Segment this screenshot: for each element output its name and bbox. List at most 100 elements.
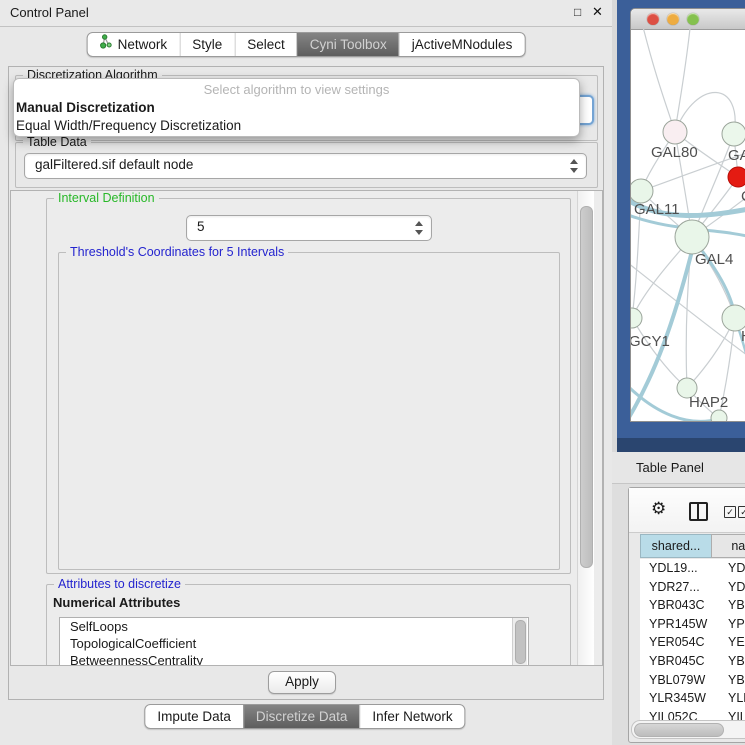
network-node-label: GA (728, 147, 745, 164)
table-cell-name: YDL1 (728, 559, 745, 578)
control-panel-title: Control Panel (10, 5, 89, 20)
tab-style[interactable]: Style (179, 33, 234, 56)
tab-label: Select (247, 33, 285, 56)
attributes-list-scrollbar-thumb[interactable] (515, 620, 526, 664)
algorithm-option-equal-width-frequency-discretization[interactable]: Equal Width/Frequency Discretization (14, 117, 579, 135)
table-row[interactable]: YLR345W YLR3 (640, 689, 745, 708)
network-icon (100, 33, 113, 56)
attribute-item-betweennesscentrality[interactable]: BetweennessCentrality (60, 652, 528, 666)
table-cell-name: YLR3 (728, 689, 745, 708)
table-cell-shared-name: YBR043C (649, 596, 705, 615)
table-row[interactable]: YDR27...YDR2 (640, 578, 745, 597)
table-cell-shared-name: YBR045C (649, 652, 705, 671)
table-data-combobox-value: galFiltered.sif default node (35, 157, 193, 172)
table-row[interactable]: YBR045C YBR0 (640, 652, 745, 671)
window-close-icon[interactable] (647, 13, 659, 25)
settings-vertical-scrollbar[interactable] (577, 191, 594, 665)
network-node-label: GAL11 (634, 201, 680, 218)
table-cell-name: YER0 (728, 633, 745, 652)
bottom-tab-label: Discretize Data (256, 705, 348, 728)
table-row[interactable]: YDL19... YDL1 (640, 559, 745, 578)
table-cell-shared-name: YPR145W (649, 615, 707, 634)
tab-label: jActiveMNodules (412, 33, 513, 56)
table-row[interactable]: YER054CYER0 (640, 633, 745, 652)
bottom-tab-discretize-data[interactable]: Discretize Data (243, 705, 360, 728)
table-panel-title: Table Panel (636, 460, 704, 475)
close-icon[interactable]: ✕ (592, 4, 603, 20)
table-cell-shared-name: YDL19... (649, 559, 698, 578)
cyni-bottom-tab-bar: Impute Data Discretize Data Infer Network (144, 704, 465, 729)
number-of-intervals-combobox[interactable]: 5 (186, 215, 432, 241)
numerical-attributes-list[interactable]: SelfLoopsTopologicalCoefficientBetweenne… (59, 617, 529, 666)
table-cell-name: YBR0 (728, 652, 745, 671)
attribute-item-topologicalcoefficient[interactable]: TopologicalCoefficient (60, 635, 528, 652)
combo-stepper-icon[interactable] (569, 154, 579, 178)
table-column-header-shared-[interactable]: shared... (640, 534, 712, 558)
network-window: GAL80GACGAL11GAL4GCY1HHAP2 (630, 8, 745, 422)
network-canvas[interactable]: GAL80GACGAL11GAL4GCY1HHAP2 (631, 29, 745, 421)
network-node[interactable] (675, 220, 709, 254)
network-node[interactable] (722, 122, 745, 146)
table-data-group-title: Table Data (23, 135, 91, 149)
interval-definition-group-title: Interval Definition (54, 191, 159, 205)
table-header-row: shared...name (629, 534, 745, 558)
network-node-label: C (741, 188, 745, 205)
table-cell-name: YBR0 (728, 596, 745, 615)
thresholds-group-title: Threshold's Coordinates for 5 Intervals (66, 245, 288, 259)
network-node[interactable] (631, 308, 642, 328)
apply-button[interactable]: Apply (268, 671, 336, 694)
app-window: Control Panel □ ✕ Network Style Select Cyni… (0, 0, 745, 745)
network-view-frame: GAL80GACGAL11GAL4GCY1HHAP2 (617, 0, 745, 452)
tab-jactivemnodules[interactable]: jActiveMNodules (399, 33, 525, 56)
network-node[interactable] (631, 179, 653, 203)
table-rows: YDL19...YDL1YDR27...YDR2YBR043CYBR0YPR14… (640, 559, 745, 721)
table-hscrollbar-thumb[interactable] (634, 723, 724, 737)
table-cell-shared-name: YDR27... (649, 578, 700, 597)
control-panel-tab-bar: Network Style Select Cyni Toolbox jActiveMNo… (87, 32, 526, 57)
bottom-tab-impute-data[interactable]: Impute Data (145, 705, 243, 728)
network-node[interactable] (711, 410, 727, 421)
network-node-label: GCY1 (631, 333, 670, 350)
settings-scrollbar-thumb[interactable] (580, 206, 593, 568)
table-cell-shared-name: YLR345W (649, 689, 706, 708)
algorithm-dropdown-hint: Select algorithm to view settings (14, 79, 579, 99)
attributes-list-scrollbar[interactable] (512, 618, 527, 665)
table-data-combobox[interactable]: galFiltered.sif default node (24, 153, 587, 179)
table-column-header-name[interactable]: name (711, 534, 745, 558)
attribute-item-selfloops[interactable]: SelfLoops (60, 618, 528, 635)
attributes-group-title: Attributes to discretize (54, 577, 185, 591)
algorithm-option-manual-discretization[interactable]: Manual Discretization (14, 99, 579, 117)
table-toolbar: ⚙ ✓ ✓ (629, 488, 745, 533)
window-zoom-icon[interactable] (687, 13, 699, 25)
number-of-intervals-value: 5 (197, 219, 205, 234)
table-horizontal-scrollbar[interactable] (631, 720, 745, 739)
bottom-tab-infer-network[interactable]: Infer Network (359, 705, 464, 728)
gear-icon[interactable]: ⚙ (651, 499, 666, 519)
network-node-label: GAL4 (695, 251, 733, 268)
algorithm-dropdown-popup: Select algorithm to view settings Manual… (13, 78, 580, 137)
float-icon[interactable]: □ (574, 5, 581, 19)
tab-select[interactable]: Select (234, 33, 297, 56)
table-row[interactable]: YBL079WYBL0 (640, 671, 745, 690)
split-view-icon[interactable] (689, 502, 708, 521)
tab-label: Network (118, 33, 168, 56)
table-panel-titlebar: Table Panel (612, 452, 745, 484)
settings-scrollpane: Interval Definition Number of Intervals … (10, 190, 603, 666)
window-minimize-icon[interactable] (667, 13, 679, 25)
network-node[interactable] (728, 167, 745, 187)
tab-network[interactable]: Network (88, 33, 180, 56)
network-node-label: H (741, 328, 745, 345)
network-node[interactable] (663, 120, 687, 144)
table-data-group: Table Data galFiltered.sif default node (15, 142, 598, 188)
numerical-attributes-label: Numerical Attributes (53, 595, 180, 610)
table-row[interactable]: YBR043C YBR0 (640, 596, 745, 615)
combo-stepper-icon[interactable] (414, 216, 424, 240)
network-node-label: GAL80 (651, 144, 698, 161)
bottom-tab-label: Infer Network (372, 705, 452, 728)
checkbox-icon[interactable]: ✓ (738, 506, 745, 518)
network-window-titlebar[interactable] (631, 9, 745, 30)
table-row[interactable]: YPR145WYPR1 (640, 615, 745, 634)
checkbox-icon[interactable]: ✓ (724, 506, 736, 518)
tab-cyni-toolbox[interactable]: Cyni Toolbox (297, 33, 399, 56)
node-table-widget: ⚙ ✓ ✓ shared...name YDL19...YDL1YDR27...… (628, 487, 745, 743)
